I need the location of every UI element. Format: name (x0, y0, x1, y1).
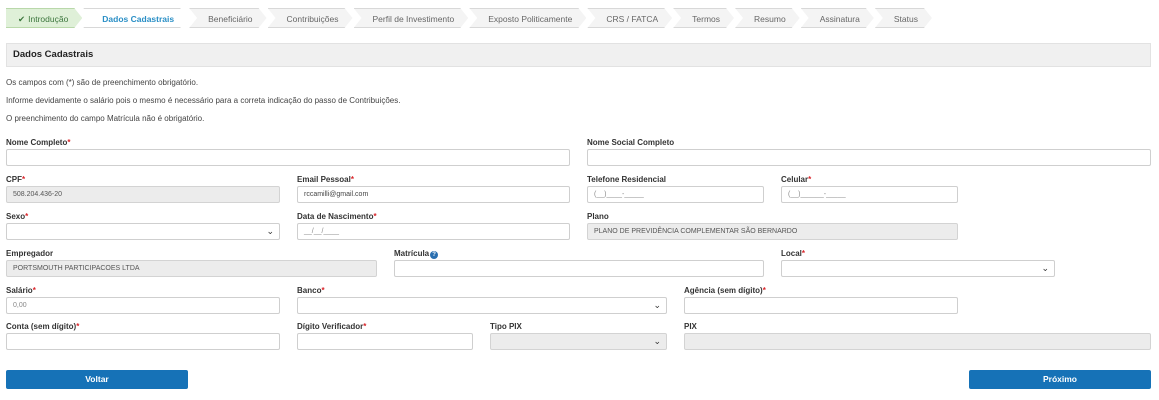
nome-social-group: Nome Social Completo (587, 138, 1151, 166)
chevron-down-icon: ⌄ (266, 226, 274, 236)
chevron-down-icon: ⌄ (653, 300, 661, 310)
cpf-group: CPF* 508.204.436-20 (6, 175, 280, 203)
pix-group: PIX (684, 322, 1151, 350)
email-group: Email Pessoal* rccamilli@gmail.com (297, 175, 570, 203)
nascimento-input[interactable]: __/__/____ (297, 223, 570, 240)
wizard-steps: ✔ Introdução Dados Cadastrais Beneficiári… (6, 8, 933, 28)
step-resumo[interactable]: Resumo (735, 8, 800, 28)
note-required: Os campos com (*) são de preenchimento o… (6, 78, 199, 87)
banco-select[interactable]: ⌄ (297, 297, 667, 314)
conta-group: Conta (sem dígito)* (6, 322, 280, 350)
plano-group: Plano PLANO DE PREVIDÊNCIA COMPLEMENTAR … (587, 212, 958, 240)
celular-group: Celular* (__)______-_____ (781, 175, 958, 203)
step-perfil-investimento[interactable]: Perfil de Investimento (354, 8, 469, 28)
digito-group: Dígito Verificador* (297, 322, 473, 350)
agencia-input[interactable] (684, 297, 958, 314)
chevron-down-icon: ⌄ (653, 336, 661, 346)
celular-input[interactable]: (__)______-_____ (781, 186, 958, 203)
local-group: Local* ⌄ (781, 249, 1055, 277)
local-select[interactable]: ⌄ (781, 260, 1055, 277)
plano-input: PLANO DE PREVIDÊNCIA COMPLEMENTAR SÃO BE… (587, 223, 958, 240)
salario-group: Salário* 0,00 (6, 286, 280, 314)
nome-completo-group: Nome Completo* (6, 138, 570, 166)
salario-input[interactable]: 0,00 (6, 297, 280, 314)
nome-completo-input[interactable] (6, 149, 570, 166)
matricula-group: Matrícula? (394, 249, 764, 277)
step-assinatura[interactable]: Assinatura (801, 8, 874, 28)
step-dados-cadastrais[interactable]: Dados Cadastrais (83, 8, 188, 28)
conta-input[interactable] (6, 333, 280, 350)
section-title: Dados Cadastrais (6, 43, 1151, 67)
step-introducao[interactable]: ✔ Introdução (6, 8, 82, 28)
check-icon: ✔ (18, 14, 26, 24)
help-icon[interactable]: ? (430, 251, 439, 259)
step-crs-fatca[interactable]: CRS / FATCA (587, 8, 672, 28)
note-salary: Informe devidamente o salário pois o mes… (6, 96, 401, 105)
banco-group: Banco* ⌄ (297, 286, 667, 314)
agencia-group: Agência (sem dígito)* (684, 286, 958, 314)
empregador-input: PORTSMOUTH PARTICIPACOES LTDA (6, 260, 377, 277)
tipo-pix-group: Tipo PIX ⌄ (490, 322, 667, 350)
form-notes: Os campos com (*) são de preenchimento o… (6, 78, 400, 132)
step-beneficiario[interactable]: Beneficiário (189, 8, 266, 28)
chevron-down-icon: ⌄ (1041, 263, 1049, 273)
step-exposto-politicamente[interactable]: Exposto Politicamente (469, 8, 586, 28)
pix-input (684, 333, 1151, 350)
step-termos[interactable]: Termos (673, 8, 734, 28)
digito-input[interactable] (297, 333, 473, 350)
nascimento-group: Data de Nascimento* __/__/____ (297, 212, 570, 240)
step-status[interactable]: Status (875, 8, 932, 28)
telefone-group: Telefone Residencial (__)____-_____ (587, 175, 764, 203)
tipo-pix-select: ⌄ (490, 333, 667, 350)
empregador-group: Empregador PORTSMOUTH PARTICIPACOES LTDA (6, 249, 377, 277)
cpf-input: 508.204.436-20 (6, 186, 280, 203)
email-input[interactable]: rccamilli@gmail.com (297, 186, 570, 203)
sexo-group: Sexo* ⌄ (6, 212, 280, 240)
nome-social-input[interactable] (587, 149, 1151, 166)
back-button[interactable]: Voltar (6, 370, 188, 389)
next-button[interactable]: Próximo (969, 370, 1151, 389)
sexo-select[interactable]: ⌄ (6, 223, 280, 240)
note-matricula: O preenchimento do campo Matrícula não é… (6, 114, 205, 123)
matricula-input[interactable] (394, 260, 764, 277)
step-contribuicoes[interactable]: Contribuições (268, 8, 353, 28)
telefone-input[interactable]: (__)____-_____ (587, 186, 764, 203)
